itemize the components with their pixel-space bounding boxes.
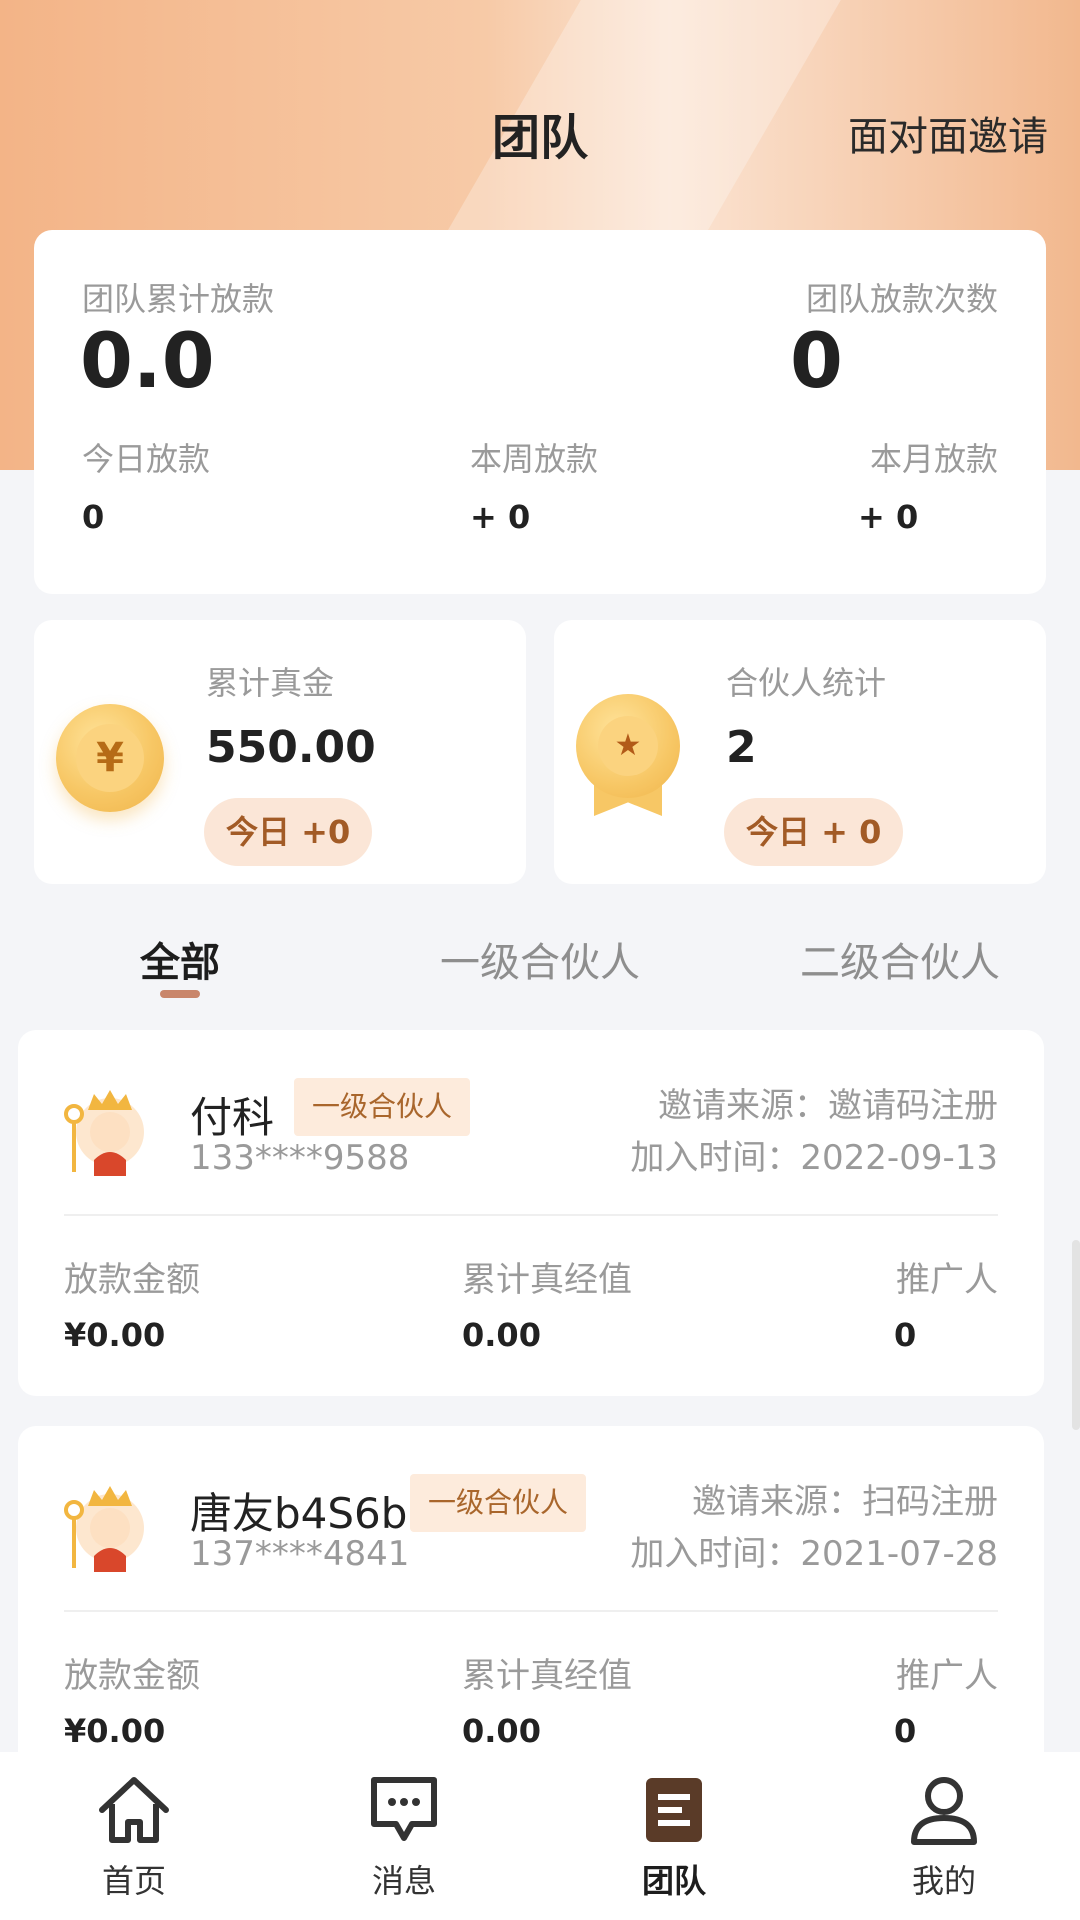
member-card[interactable]: 付科 一级合伙人 133****9588 邀请来源：邀请码注册 加入时间：202…: [18, 1030, 1044, 1396]
member-level-badge: 一级合伙人: [294, 1078, 471, 1136]
profile-icon: [911, 1777, 977, 1845]
card-divider: [64, 1610, 998, 1612]
member-name: 唐友b4S6b: [190, 1489, 408, 1538]
partner-today-badge: 今日 + 0: [724, 798, 904, 866]
partner-stat-card[interactable]: ★ 合伙人统计 2 今日 + 0: [554, 620, 1046, 884]
nav-team-label: 团队: [641, 1862, 706, 1900]
month-loan-label: 本月放款: [869, 440, 998, 478]
team-icon: [646, 1778, 702, 1842]
scrollbar[interactable]: [1072, 1240, 1080, 1430]
message-icon: [371, 1777, 437, 1841]
nav-home[interactable]: 首页: [54, 1772, 214, 1902]
loan-amount-value: ¥0.00: [64, 1316, 166, 1354]
member-join-time: 加入时间：2022-09-13: [630, 1138, 998, 1178]
gold-value: 550.00: [206, 722, 376, 773]
home-icon: [99, 1777, 169, 1843]
card-divider: [64, 1214, 998, 1216]
member-invite-source: 邀请来源：扫码注册: [692, 1482, 998, 1522]
tab-level-two[interactable]: 二级合伙人: [800, 930, 1000, 988]
experience-value: 0.00: [462, 1712, 541, 1750]
monk-avatar-icon: [60, 1080, 160, 1180]
total-loan-value: 0.0: [80, 316, 215, 405]
partner-value: 2: [726, 722, 757, 773]
gold-today-badge: 今日 +0: [204, 798, 373, 866]
member-phone: 137****4841: [190, 1534, 410, 1574]
experience-label: 累计真经值: [462, 1656, 632, 1696]
member-card[interactable]: 唐友b4S6b 一级合伙人 137****4841 邀请来源：扫码注册 加入时间…: [18, 1426, 1044, 1792]
nav-messages-label: 消息: [371, 1862, 436, 1900]
promoter-label: 推广人: [896, 1260, 998, 1300]
promoter-label: 推广人: [896, 1656, 998, 1696]
partner-label: 合伙人统计: [726, 664, 887, 702]
member-name: 付科: [190, 1093, 275, 1142]
partner-filter-tabs: 全部 一级合伙人 二级合伙人: [0, 920, 1080, 1030]
week-loan-value: + 0: [470, 498, 531, 536]
yen-coin-icon: ¥: [56, 704, 164, 812]
team-summary-card: 团队累计放款 0.0 团队放款次数 0 今日放款 0 本周放款 + 0 本月放款…: [34, 230, 1046, 594]
face-to-face-invite-button[interactable]: 面对面邀请: [848, 104, 1048, 162]
gold-stat-card[interactable]: ¥ 累计真金 550.00 今日 +0: [34, 620, 526, 884]
loan-count-label: 团队放款次数: [805, 280, 998, 318]
top-bar: 团队 面对面邀请: [0, 90, 1080, 170]
promoter-value: 0: [894, 1712, 917, 1750]
experience-label: 累计真经值: [462, 1260, 632, 1300]
tab-all[interactable]: 全部: [140, 930, 220, 988]
today-loan-label: 今日放款: [82, 440, 211, 478]
experience-value: 0.00: [462, 1316, 541, 1354]
nav-team[interactable]: 团队: [594, 1772, 754, 1902]
month-loan-value: + 0: [858, 498, 919, 536]
member-phone: 133****9588: [190, 1138, 410, 1178]
loan-amount-label: 放款金额: [64, 1260, 200, 1300]
loan-amount-label: 放款金额: [64, 1656, 200, 1696]
bottom-tab-bar: 首页 消息 团队 我的: [0, 1752, 1080, 1920]
gold-label: 累计真金: [206, 664, 335, 702]
loan-amount-value: ¥0.00: [64, 1712, 166, 1750]
today-loan-value: 0: [82, 498, 105, 536]
nav-home-label: 首页: [101, 1862, 166, 1900]
member-join-time: 加入时间：2021-07-28: [630, 1534, 998, 1574]
nav-messages[interactable]: 消息: [324, 1772, 484, 1902]
promoter-value: 0: [894, 1316, 917, 1354]
total-loan-label: 团队累计放款: [82, 280, 275, 318]
nav-profile-label: 我的: [911, 1862, 976, 1900]
member-invite-source: 邀请来源：邀请码注册: [658, 1086, 998, 1126]
member-level-badge: 一级合伙人: [410, 1474, 587, 1532]
nav-profile[interactable]: 我的: [864, 1772, 1024, 1902]
active-tab-indicator: [160, 990, 200, 998]
star-medal-icon: ★: [576, 694, 680, 818]
monk-avatar-icon: [60, 1476, 160, 1576]
tab-level-one[interactable]: 一级合伙人: [440, 930, 640, 988]
loan-count-value: 0: [790, 316, 843, 405]
week-loan-label: 本周放款: [470, 440, 599, 478]
